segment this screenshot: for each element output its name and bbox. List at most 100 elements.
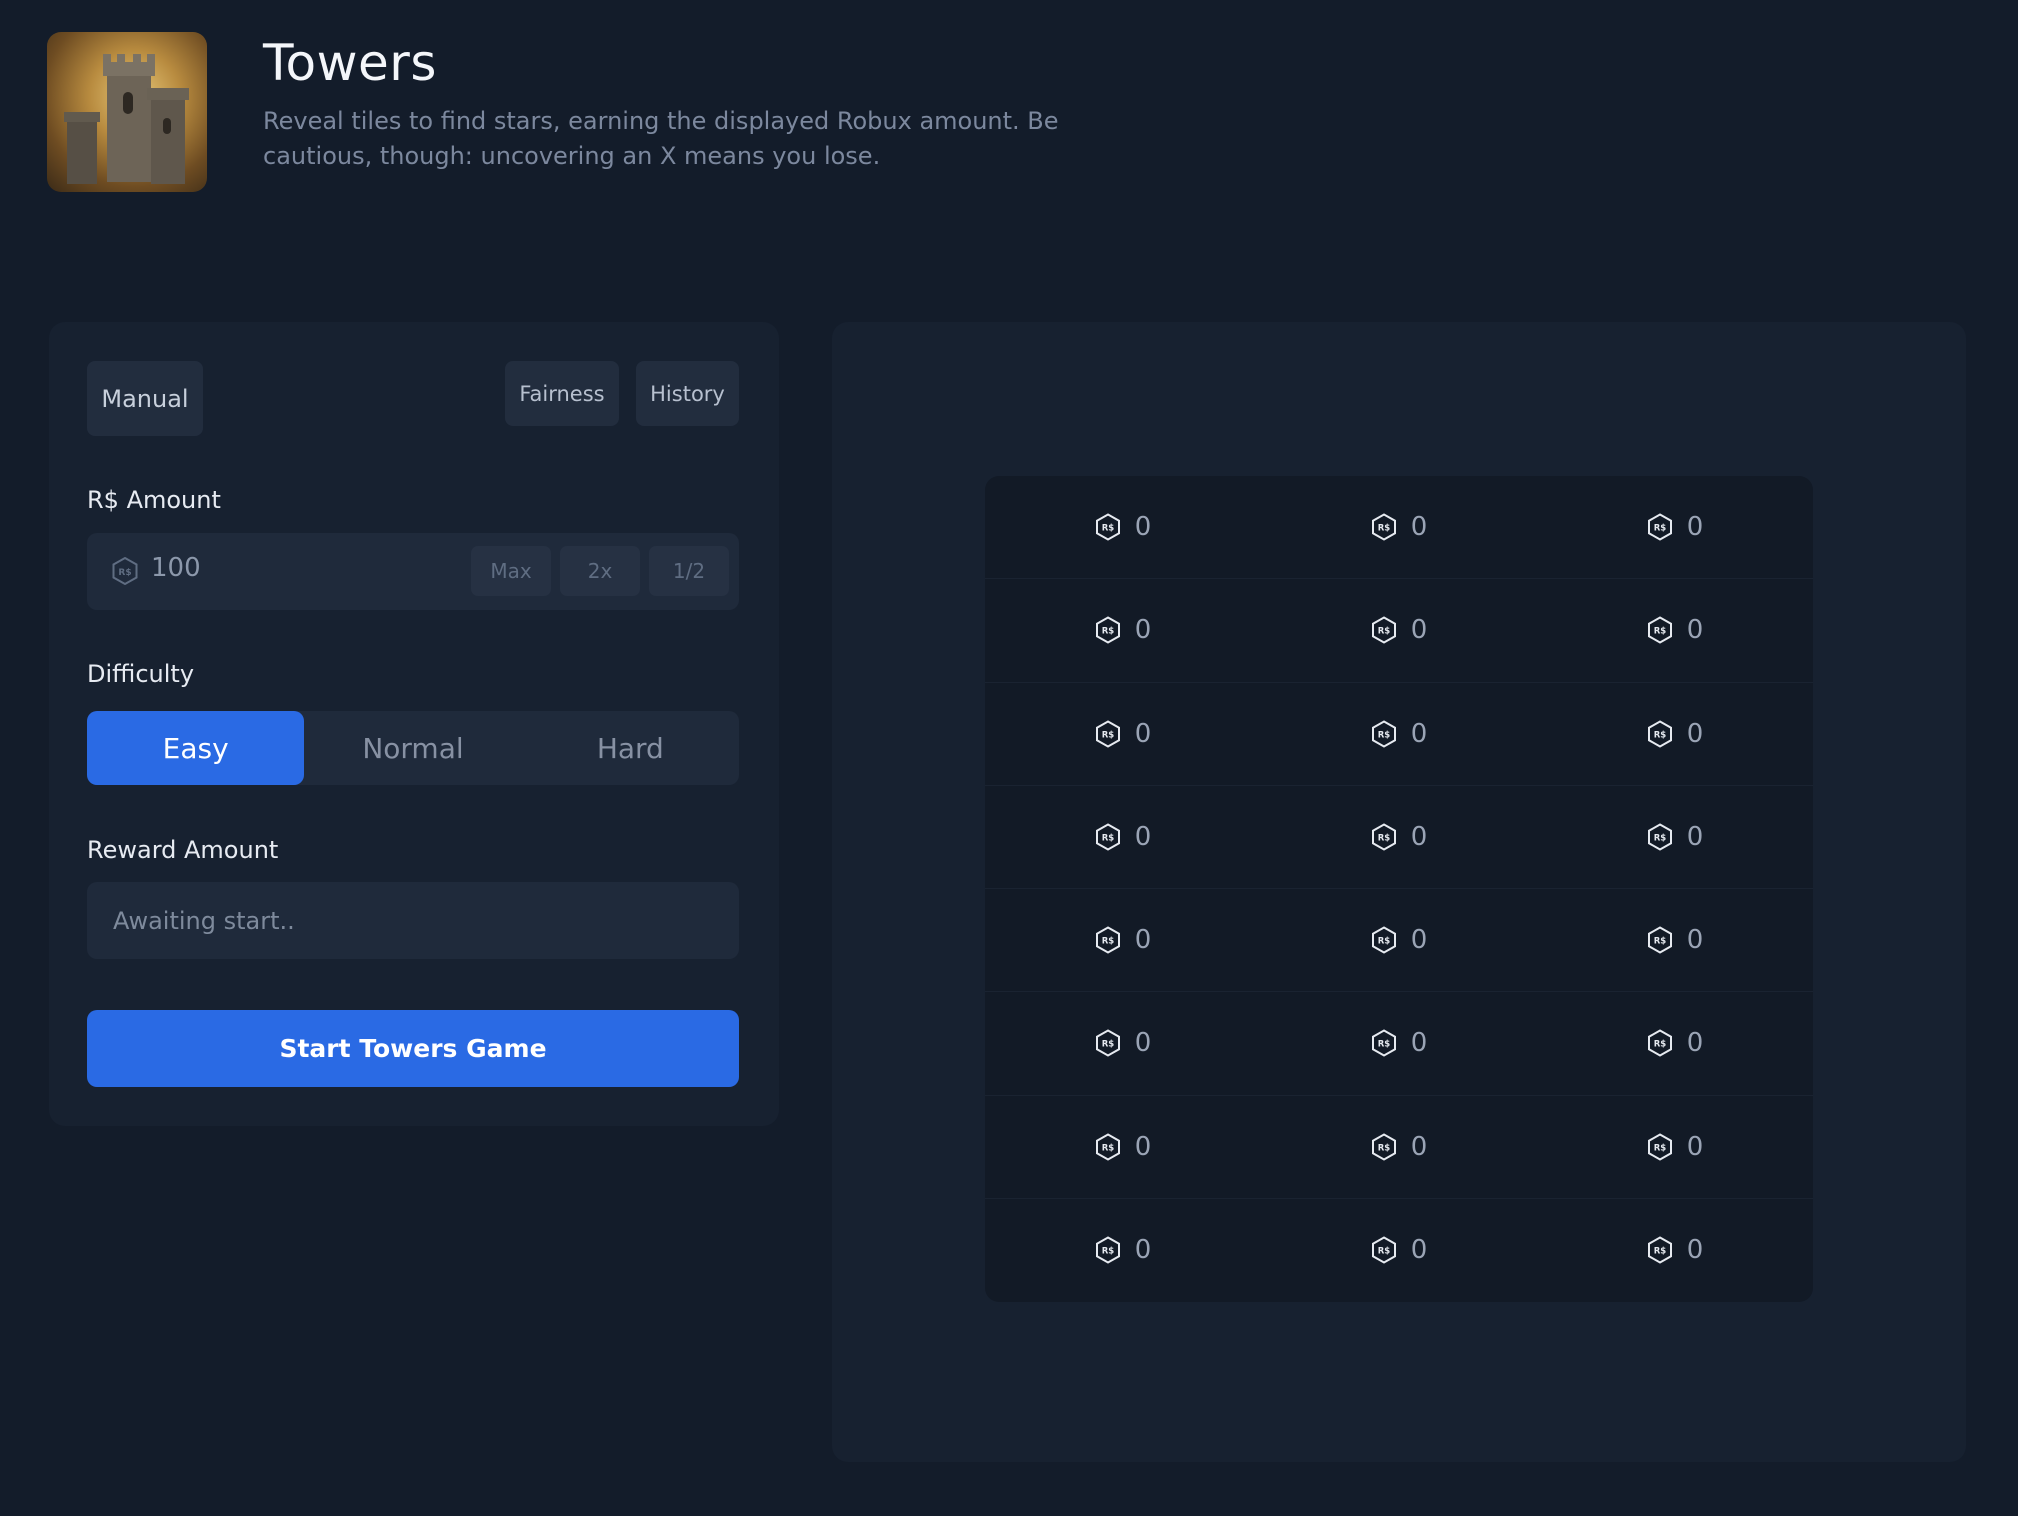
fairness-button[interactable]: Fairness	[505, 361, 619, 426]
svg-text:R$: R$	[1101, 937, 1114, 947]
svg-text:R$: R$	[1377, 627, 1390, 637]
robux-icon: R$	[1095, 513, 1120, 541]
tower-tile[interactable]: R$ 0	[985, 1096, 1261, 1198]
robux-icon: R$	[1647, 926, 1672, 954]
tile-value: 0	[1134, 615, 1152, 646]
svg-text:R$: R$	[1101, 730, 1114, 740]
tile-value: 0	[1410, 1235, 1428, 1266]
svg-text:R$: R$	[1377, 1040, 1390, 1050]
tower-board: R$ 0 R$ 0 R$ 0 R$ 0 R$ 0 R$ 0 R$ 0 R$ 0 R$ 0 R$ 0 R$ 0 R$ 0 R$ 0 R…	[985, 476, 1813, 1302]
double-button[interactable]: 2x	[560, 546, 640, 596]
tower-tile[interactable]: R$ 0	[1537, 476, 1813, 578]
svg-text:R$: R$	[1653, 937, 1666, 947]
tower-tile[interactable]: R$ 0	[985, 1199, 1261, 1302]
tile-value: 0	[1134, 512, 1152, 543]
tile-value: 0	[1134, 1235, 1152, 1266]
robux-icon: R$	[1371, 1236, 1396, 1265]
robux-icon: R$	[1095, 1029, 1120, 1058]
tower-tile[interactable]: R$ 0	[1261, 579, 1537, 681]
svg-text:R$: R$	[1101, 1040, 1114, 1050]
amount-input[interactable]: R$ 100 Max 2x 1/2	[87, 533, 739, 610]
amount-value: 100	[151, 553, 201, 583]
tower-tile[interactable]: R$ 0	[1537, 786, 1813, 888]
svg-text:R$: R$	[1101, 833, 1114, 843]
tower-row: R$ 0 R$ 0 R$ 0	[985, 786, 1813, 889]
start-game-button[interactable]: Start Towers Game	[87, 1010, 739, 1087]
tower-tile[interactable]: R$ 0	[985, 579, 1261, 681]
tower-tile[interactable]: R$ 0	[1261, 992, 1537, 1094]
svg-text:R$: R$	[1101, 1247, 1114, 1257]
svg-text:R$: R$	[1101, 524, 1114, 534]
reward-label: Reward Amount	[87, 836, 279, 864]
page-title: Towers	[263, 34, 437, 92]
svg-text:R$: R$	[1653, 833, 1666, 843]
tower-tile[interactable]: R$ 0	[1537, 889, 1813, 991]
robux-icon: R$	[1647, 1132, 1672, 1161]
towers-image-icon	[64, 54, 189, 184]
tower-row: R$ 0 R$ 0 R$ 0	[985, 579, 1813, 683]
svg-text:R$: R$	[1101, 627, 1114, 637]
difficulty-hard[interactable]: Hard	[522, 711, 739, 785]
tile-value: 0	[1410, 821, 1428, 852]
robux-icon: R$	[1095, 926, 1120, 954]
tile-value: 0	[1134, 718, 1152, 749]
tower-tile[interactable]: R$ 0	[1261, 1199, 1537, 1302]
svg-text:R$: R$	[1377, 1143, 1390, 1153]
page-description: Reveal tiles to find stars, earning the …	[263, 107, 1059, 170]
game-thumbnail	[47, 32, 207, 192]
tower-tile[interactable]: R$ 0	[1537, 1096, 1813, 1198]
robux-icon: R$	[1095, 1132, 1120, 1161]
tower-tile[interactable]: R$ 0	[1261, 786, 1537, 888]
tab-manual[interactable]: Manual	[87, 361, 203, 436]
tower-tile[interactable]: R$ 0	[985, 889, 1261, 991]
tower-tile[interactable]: R$ 0	[985, 992, 1261, 1094]
svg-text:R$: R$	[1653, 627, 1666, 637]
tower-tile[interactable]: R$ 0	[1261, 683, 1537, 785]
robux-icon: R$	[1371, 513, 1396, 541]
robux-icon: R$	[1647, 719, 1672, 748]
tile-value: 0	[1686, 1235, 1704, 1266]
tile-value: 0	[1134, 925, 1152, 956]
robux-icon: R$	[1647, 823, 1672, 851]
tower-row: R$ 0 R$ 0 R$ 0	[985, 683, 1813, 786]
tile-value: 0	[1686, 615, 1704, 646]
svg-text:R$: R$	[1377, 524, 1390, 534]
max-button[interactable]: Max	[471, 546, 551, 596]
tower-tile[interactable]: R$ 0	[985, 786, 1261, 888]
robux-icon: R$	[1371, 719, 1396, 748]
robux-icon: R$	[1647, 616, 1672, 645]
tower-tile[interactable]: R$ 0	[1537, 579, 1813, 681]
tile-value: 0	[1410, 1131, 1428, 1162]
bet-controls-panel: Manual Fairness History R$ Amount R$ 100…	[49, 322, 779, 1126]
history-button[interactable]: History	[636, 361, 739, 426]
tower-row: R$ 0 R$ 0 R$ 0	[985, 889, 1813, 993]
tower-tile[interactable]: R$ 0	[1261, 1096, 1537, 1198]
tower-tile[interactable]: R$ 0	[985, 476, 1261, 578]
half-button[interactable]: 1/2	[649, 546, 729, 596]
difficulty-normal[interactable]: Normal	[304, 711, 521, 785]
robux-icon: R$	[1647, 1029, 1672, 1058]
tower-tile[interactable]: R$ 0	[1537, 1199, 1813, 1302]
robux-icon: R$	[1371, 616, 1396, 645]
svg-text:R$: R$	[1653, 730, 1666, 740]
difficulty-easy[interactable]: Easy	[87, 711, 305, 785]
robux-icon: R$	[1371, 926, 1396, 954]
tile-value: 0	[1134, 1131, 1152, 1162]
robux-icon: R$	[1371, 1132, 1396, 1161]
tile-value: 0	[1686, 1131, 1704, 1162]
tile-value: 0	[1134, 821, 1152, 852]
difficulty-selector: Easy Normal Hard	[87, 711, 739, 785]
tower-tile[interactable]: R$ 0	[1261, 476, 1537, 578]
tile-value: 0	[1410, 1028, 1428, 1059]
tile-value: 0	[1410, 615, 1428, 646]
tile-value: 0	[1410, 925, 1428, 956]
robux-icon: R$	[1647, 1236, 1672, 1265]
robux-icon: R$	[1095, 719, 1120, 748]
tower-tile[interactable]: R$ 0	[1537, 992, 1813, 1094]
tower-tile[interactable]: R$ 0	[1537, 683, 1813, 785]
svg-text:R$: R$	[1653, 524, 1666, 534]
tile-value: 0	[1410, 512, 1428, 543]
tower-tile[interactable]: R$ 0	[985, 683, 1261, 785]
robux-icon: R$	[1371, 1029, 1396, 1058]
tower-tile[interactable]: R$ 0	[1261, 889, 1537, 991]
